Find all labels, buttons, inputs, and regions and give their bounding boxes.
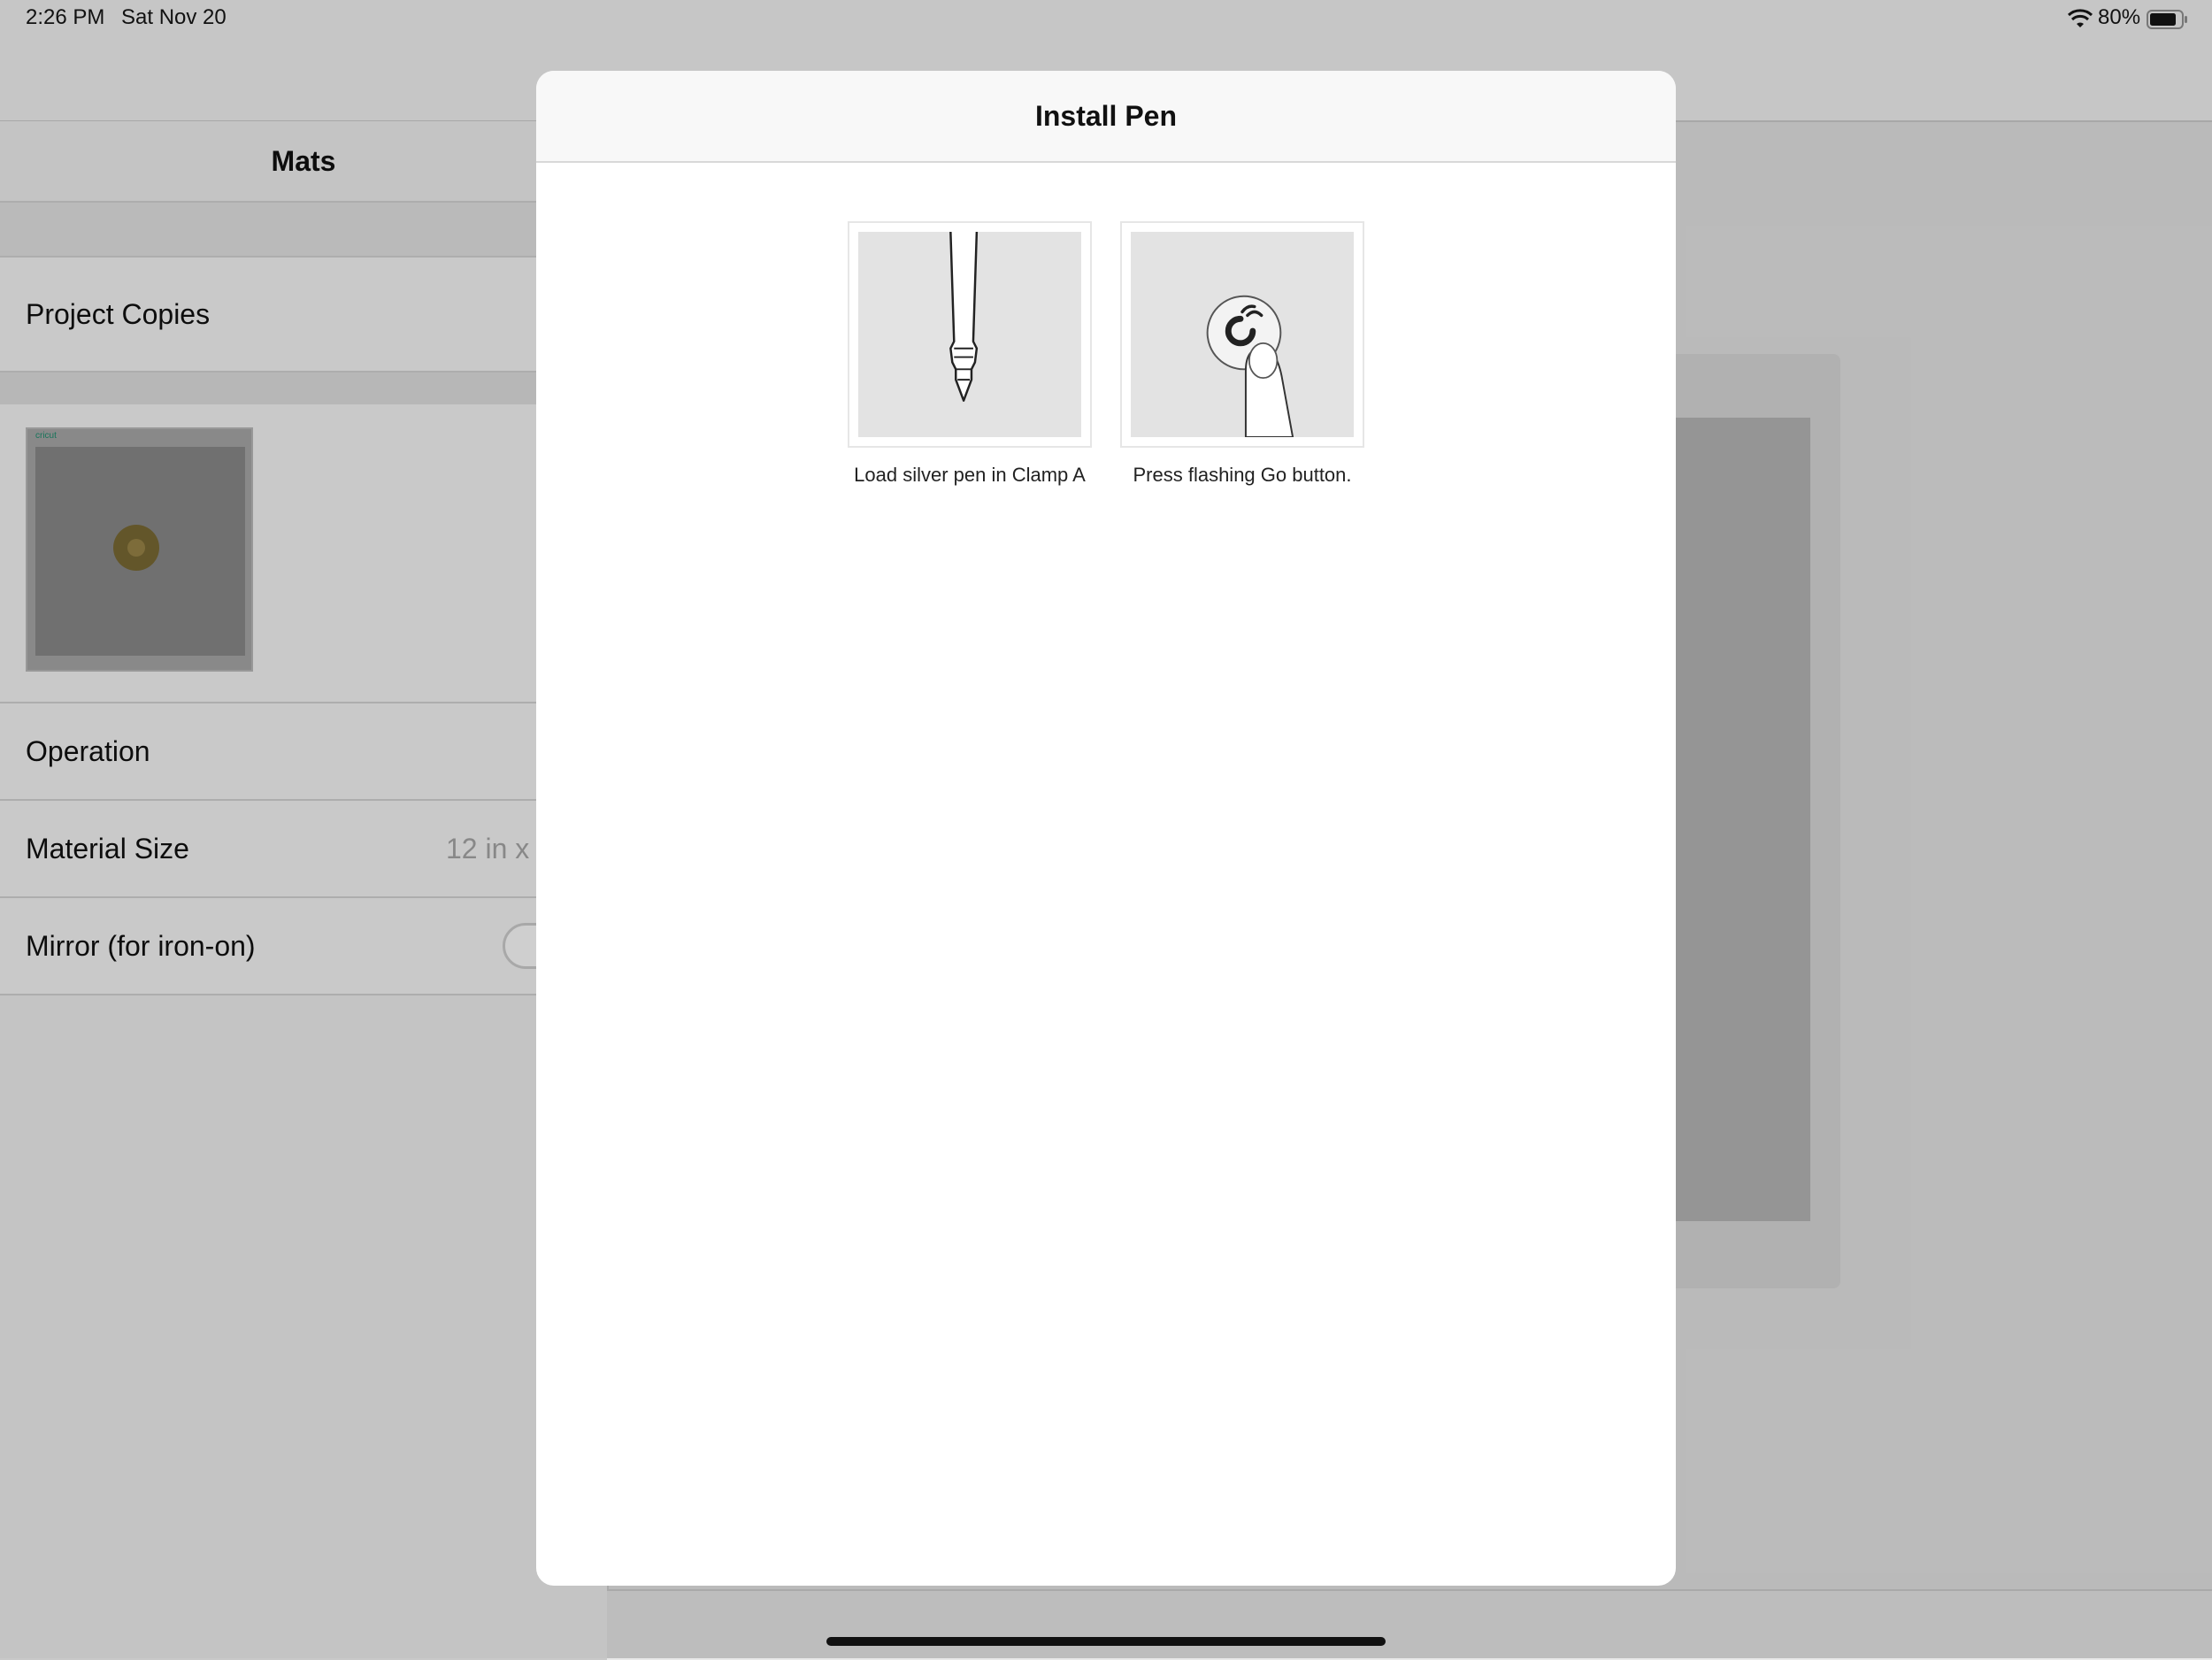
step-press-go-label: Press flashing Go button.: [1133, 464, 1352, 486]
battery-percent: 80%: [2098, 5, 2141, 29]
step-press-go: Press flashing Go button.: [1120, 221, 1364, 487]
dialog-title: Install Pen: [536, 71, 1676, 163]
go-button-icon: [1131, 232, 1354, 437]
step-illustration-frame: [1120, 221, 1364, 448]
pen-icon: [858, 232, 1081, 437]
step-load-pen: Load silver pen in Clamp A: [848, 221, 1092, 487]
status-bar: 2:26 PM Sat Nov 20 80%: [0, 0, 2212, 39]
step-illustration-frame: [848, 221, 1092, 448]
home-indicator[interactable]: [826, 1637, 1386, 1646]
battery-icon: [2147, 9, 2189, 35]
status-date: Sat Nov 20: [121, 5, 227, 29]
step-load-pen-label: Load silver pen in Clamp A: [854, 464, 1086, 486]
install-pen-dialog: Install Pen Load silver pen in Clamp A P…: [536, 71, 1676, 1586]
status-time: 2:26 PM: [26, 5, 105, 29]
wifi-icon: [2067, 9, 2093, 35]
